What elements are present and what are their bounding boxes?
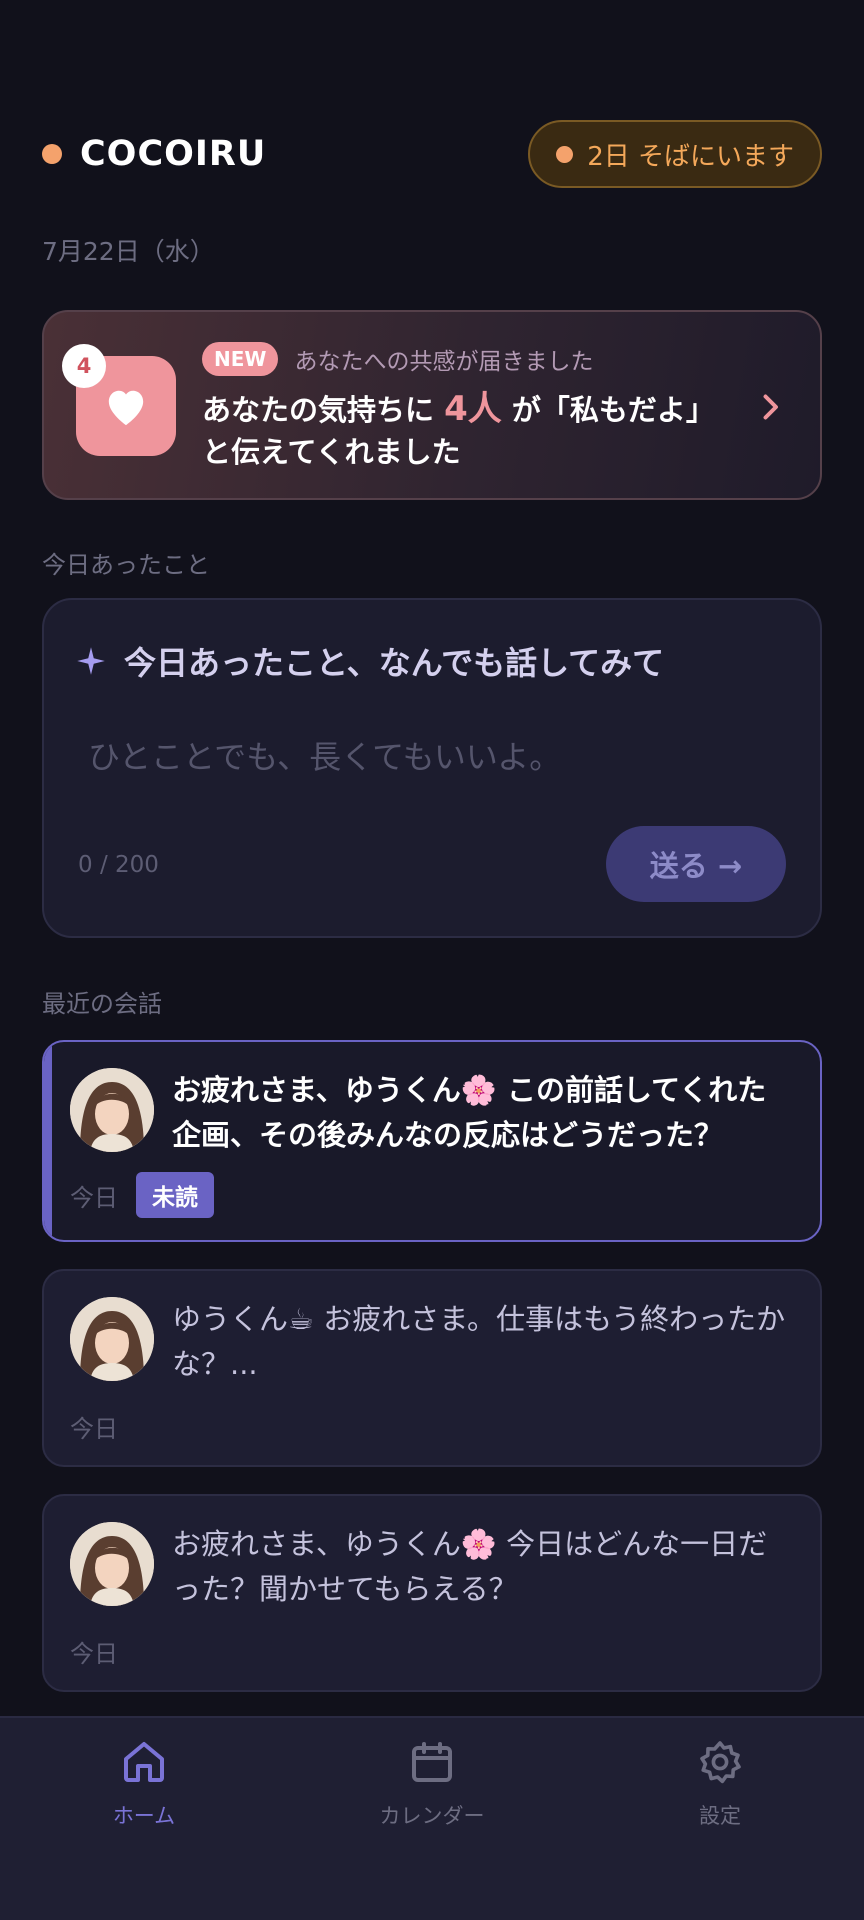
nav-settings-label: 設定 (699, 1804, 741, 1828)
empathy-message-count: 4人 (444, 389, 502, 429)
avatar (70, 1522, 154, 1606)
home-icon (124, 1742, 164, 1782)
prompt-row: 今日あったこと、なんでも話してみて (76, 638, 664, 684)
conversation-time: 今日 (70, 1415, 118, 1443)
conversation-item[interactable]: ゆうくん☕ お疲れさま。仕事はもう終わったかな？... 今日 (42, 1269, 822, 1467)
avatar-image (70, 1522, 154, 1606)
conversation-meta: 今日 (70, 1634, 118, 1669)
conversation-time: 今日 (70, 1183, 118, 1212)
days-together-text: 2日 そばにいます (587, 141, 794, 172)
empathy-message-before: あなたの気持ちに (202, 393, 445, 427)
days-together-badge: 2日 そばにいます (528, 120, 822, 188)
chevron-right-icon[interactable] (752, 386, 788, 428)
sparkle-icon (77, 647, 105, 675)
conversation-time: 今日 (70, 1640, 118, 1668)
new-badge: NEW (202, 342, 279, 376)
conversation-item-unread[interactable]: お疲れさま、ゆうくん🌸 この前話してくれた企画、その後みんなの反応はどうだった？… (42, 1040, 822, 1242)
today-input-card: 今日あったこと、なんでも話してみて ひとことでも、長くてもいいよ。 0 / 20… (42, 598, 822, 938)
days-dot (556, 145, 574, 163)
nav-calendar[interactable]: カレンダー (332, 1738, 532, 1830)
conversation-meta: 今日 (70, 1409, 118, 1444)
char-counter: 0 / 200 (78, 852, 159, 878)
unread-accent-bar (44, 1042, 52, 1240)
gear-icon (700, 1741, 741, 1784)
avatar (70, 1297, 154, 1381)
brand: COCOIRU (42, 134, 266, 174)
unread-badge: 未読 (136, 1172, 214, 1218)
empathy-message: あなたの気持ちに 4人 が「私もだよ」と伝えてくれました (202, 388, 742, 473)
avatar-image (70, 1297, 154, 1381)
nav-home-label: ホーム (112, 1804, 176, 1828)
conversation-preview: お疲れさま、ゆうくん🌸 今日はどんな一日だった？聞かせてもらえる？ (172, 1527, 768, 1606)
avatar (70, 1068, 154, 1152)
nav-settings[interactable]: 設定 (620, 1738, 820, 1830)
conversation-preview: ゆうくん☕ お疲れさま。仕事はもう終わったかな？... (172, 1302, 786, 1381)
empathy-header: NEW あなたへの共感が届きました (202, 342, 593, 376)
heart-icon (108, 390, 144, 426)
current-date: 7月22日（水） (42, 237, 215, 266)
conversation-preview: お疲れさま、ゆうくん🌸 この前話してくれた企画、その後みんなの反応はどうだった？ (172, 1073, 767, 1152)
today-section-label: 今日あったこと (42, 551, 210, 579)
conversation-meta: 今日 未読 (70, 1172, 214, 1218)
header: COCOIRU 2日 そばにいます (42, 120, 822, 188)
avatar-image (70, 1068, 154, 1152)
nav-calendar-label: カレンダー (379, 1804, 485, 1828)
empathy-notification-card[interactable]: 4 NEW あなたへの共感が届きました あなたの気持ちに 4人 が「私もだよ」と… (42, 310, 822, 500)
conversation-item[interactable]: お疲れさま、ゆうくん🌸 今日はどんな一日だった？聞かせてもらえる？ 今日 (42, 1494, 822, 1692)
brand-name: COCOIRU (80, 134, 267, 174)
prompt-text: 今日あったこと、なんでも話してみて (124, 644, 665, 682)
bottom-navigation: ホーム カレンダー 設定 (0, 1716, 864, 1920)
recent-section-label: 最近の会話 (42, 990, 162, 1018)
app-root: COCOIRU 2日 そばにいます 7月22日（水） 4 NEW あなたへの共感… (0, 0, 864, 1920)
empathy-count-badge: 4 (62, 344, 106, 388)
empathy-subtitle: あなたへの共感が届きました (294, 349, 594, 375)
send-button[interactable]: 送る → (606, 826, 786, 902)
message-input[interactable]: ひとことでも、長くてもいいよ。 (88, 732, 561, 778)
calendar-icon (412, 1742, 452, 1782)
nav-home[interactable]: ホーム (44, 1738, 244, 1830)
brand-dot (42, 144, 62, 164)
